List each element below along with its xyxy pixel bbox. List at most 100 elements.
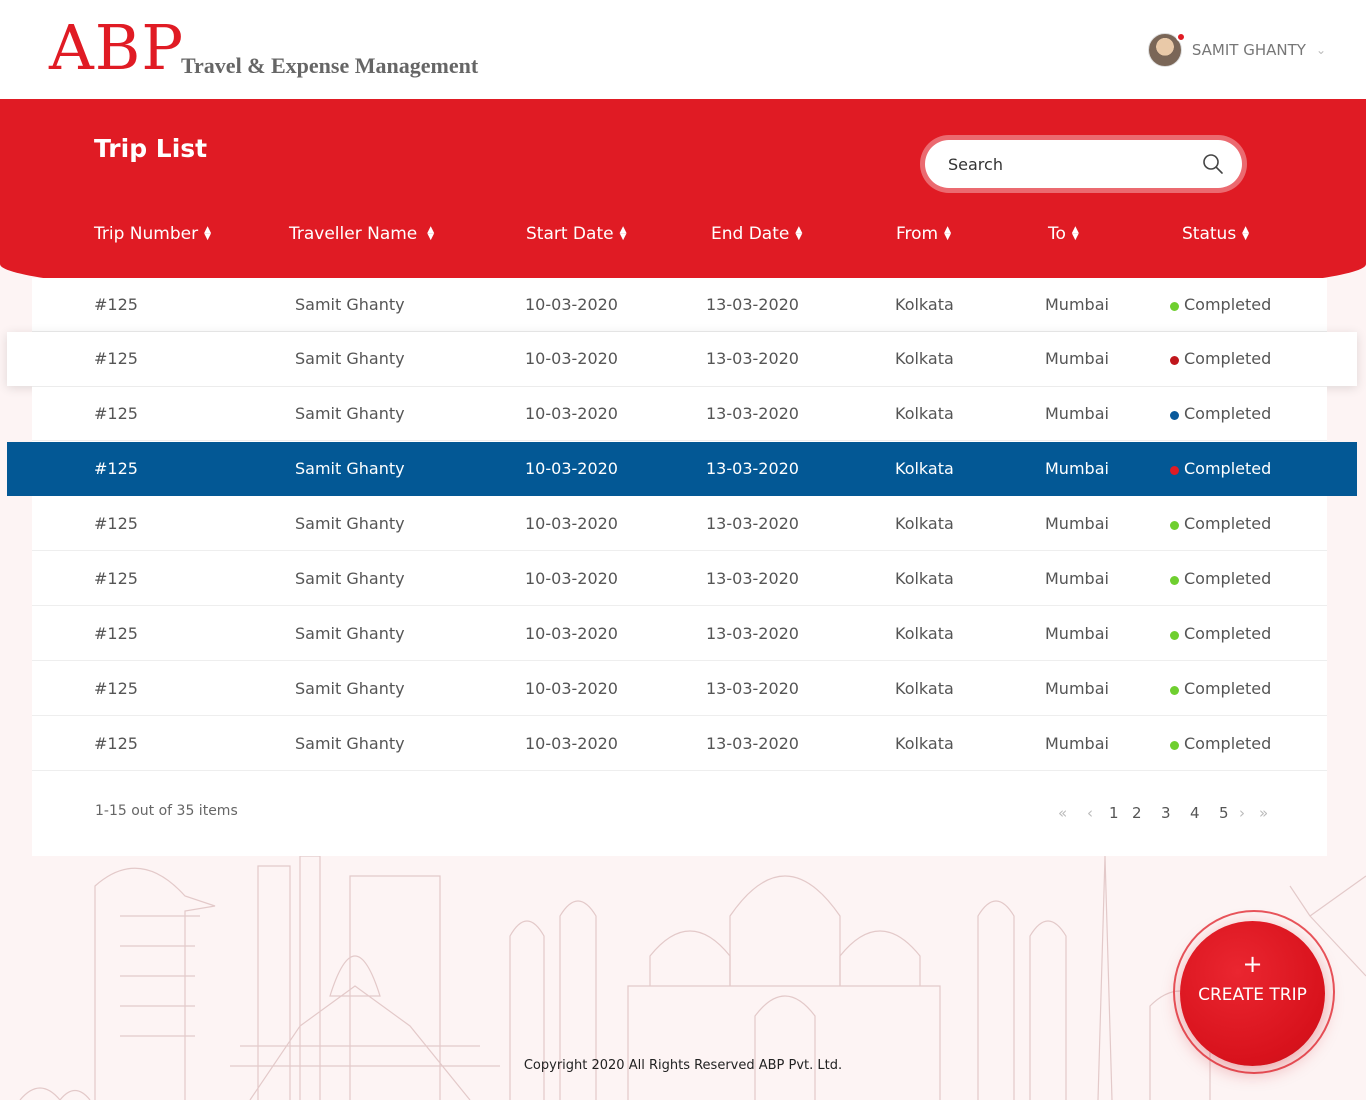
search-icon[interactable] bbox=[1201, 152, 1225, 176]
cell-status: Completed bbox=[1184, 624, 1272, 643]
cell-from: Kolkata bbox=[895, 459, 954, 478]
cell-start-date: 10-03-2020 bbox=[525, 679, 618, 698]
status-dot bbox=[1170, 631, 1179, 640]
cell-status: Completed bbox=[1184, 679, 1272, 698]
logo-subtitle: Travel & Expense Management bbox=[181, 53, 479, 78]
status-dot bbox=[1170, 356, 1179, 365]
table-row[interactable]: #125 Samit Ghanty 10-03-2020 13-03-2020 Kolk… bbox=[32, 717, 1327, 771]
sort-icon[interactable]: ▲ ▼ bbox=[1242, 226, 1249, 242]
cell-start-date: 10-03-2020 bbox=[525, 295, 618, 314]
cell-start-date: 10-03-2020 bbox=[525, 404, 618, 423]
column-header-traveller-name[interactable]: Traveller Name ▲ ▼ bbox=[289, 224, 434, 244]
table-row[interactable]: #125 Samit Ghanty 10-03-2020 13-03-2020 Kolk… bbox=[32, 387, 1327, 441]
column-header-label: End Date bbox=[711, 224, 790, 244]
avatar[interactable] bbox=[1147, 32, 1186, 67]
cell-traveller-name: Samit Ghanty bbox=[295, 295, 405, 314]
pagination: « ‹ 1 2 3 4 5 › » bbox=[1058, 804, 1278, 826]
cell-end-date: 13-03-2020 bbox=[706, 679, 799, 698]
column-header-trip-number[interactable]: Trip Number ▲ ▼ bbox=[94, 224, 211, 244]
cell-end-date: 13-03-2020 bbox=[706, 734, 799, 753]
notification-dot bbox=[1175, 32, 1186, 42]
cell-status: Completed bbox=[1184, 514, 1272, 533]
sort-icon[interactable]: ▲ ▼ bbox=[1072, 226, 1079, 242]
page-3-button[interactable]: 3 bbox=[1161, 804, 1171, 822]
sort-icon[interactable]: ▲ ▼ bbox=[795, 226, 802, 242]
table-row[interactable]: #125 Samit Ghanty 10-03-2020 13-03-2020 Kolk… bbox=[32, 607, 1327, 661]
column-header-from[interactable]: From ▲ ▼ bbox=[896, 224, 951, 244]
cell-to: Mumbai bbox=[1045, 624, 1109, 643]
cell-trip-number: #125 bbox=[94, 459, 138, 478]
cell-from: Kolkata bbox=[895, 569, 954, 588]
cell-status: Completed bbox=[1184, 734, 1272, 753]
search-input[interactable] bbox=[925, 140, 1242, 188]
cell-start-date: 10-03-2020 bbox=[525, 514, 618, 533]
column-header-end-date[interactable]: End Date ▲ ▼ bbox=[711, 224, 802, 244]
column-header-label: Traveller Name bbox=[289, 224, 418, 244]
cell-traveller-name: Samit Ghanty bbox=[295, 404, 405, 423]
cell-traveller-name: Samit Ghanty bbox=[295, 624, 405, 643]
table-row[interactable]: #125 Samit Ghanty 10-03-2020 13-03-2020 Kolk… bbox=[32, 552, 1327, 606]
table-row[interactable]: #125 Samit Ghanty 10-03-2020 13-03-2020 Kolk… bbox=[7, 442, 1357, 496]
cell-trip-number: #125 bbox=[94, 349, 138, 368]
column-header-status[interactable]: Status ▲ ▼ bbox=[1182, 224, 1249, 244]
cell-from: Kolkata bbox=[895, 349, 954, 368]
sort-icon[interactable]: ▲ ▼ bbox=[427, 226, 434, 242]
sort-icon[interactable]: ▲ ▼ bbox=[204, 226, 211, 242]
cell-start-date: 10-03-2020 bbox=[525, 734, 618, 753]
cell-start-date: 10-03-2020 bbox=[525, 459, 618, 478]
page-title: Trip List bbox=[94, 134, 208, 163]
cell-traveller-name: Samit Ghanty bbox=[295, 349, 405, 368]
column-header-label: Start Date bbox=[526, 224, 614, 244]
cell-to: Mumbai bbox=[1045, 295, 1109, 314]
footer-copyright: Copyright 2020 All Rights Reserved ABP P… bbox=[523, 1058, 843, 1073]
cell-traveller-name: Samit Ghanty bbox=[295, 734, 405, 753]
column-header-label: To bbox=[1048, 224, 1066, 244]
cell-to: Mumbai bbox=[1045, 349, 1109, 368]
cell-end-date: 13-03-2020 bbox=[706, 569, 799, 588]
cell-traveller-name: Samit Ghanty bbox=[295, 514, 405, 533]
page-1-button[interactable]: 1 bbox=[1109, 804, 1119, 822]
column-header-label: From bbox=[896, 224, 939, 244]
cell-start-date: 10-03-2020 bbox=[525, 624, 618, 643]
status-dot bbox=[1170, 302, 1179, 311]
cell-from: Kolkata bbox=[895, 514, 954, 533]
cell-to: Mumbai bbox=[1045, 679, 1109, 698]
cell-to: Mumbai bbox=[1045, 514, 1109, 533]
cell-end-date: 13-03-2020 bbox=[706, 404, 799, 423]
chevron-left-icon[interactable]: ‹ bbox=[1087, 804, 1093, 822]
status-dot bbox=[1170, 411, 1179, 420]
double-chevron-right-icon[interactable]: » bbox=[1259, 804, 1268, 822]
double-chevron-left-icon[interactable]: « bbox=[1058, 804, 1067, 822]
status-dot bbox=[1170, 466, 1179, 475]
cell-trip-number: #125 bbox=[94, 295, 138, 314]
cell-from: Kolkata bbox=[895, 734, 954, 753]
table-row[interactable]: #125 Samit Ghanty 10-03-2020 13-03-2020 Kolk… bbox=[32, 497, 1327, 551]
table-row[interactable]: #125 Samit Ghanty 10-03-2020 13-03-2020 Kolk… bbox=[32, 278, 1327, 332]
table-row[interactable]: #125 Samit Ghanty 10-03-2020 13-03-2020 Kolk… bbox=[7, 332, 1357, 386]
cell-end-date: 13-03-2020 bbox=[706, 514, 799, 533]
page-4-button[interactable]: 4 bbox=[1190, 804, 1200, 822]
cell-from: Kolkata bbox=[895, 295, 954, 314]
sort-icon[interactable]: ▲ ▼ bbox=[620, 226, 627, 242]
cell-start-date: 10-03-2020 bbox=[525, 569, 618, 588]
column-header-start-date[interactable]: Start Date ▲ ▼ bbox=[526, 224, 627, 244]
cell-end-date: 13-03-2020 bbox=[706, 459, 799, 478]
table-row[interactable]: #125 Samit Ghanty 10-03-2020 13-03-2020 Kolk… bbox=[32, 662, 1327, 716]
cell-traveller-name: Samit Ghanty bbox=[295, 459, 405, 478]
user-menu[interactable]: SAMIT GHANTY ⌄ bbox=[1147, 32, 1326, 68]
page-5-button[interactable]: 5 bbox=[1219, 804, 1229, 822]
cell-status: Completed bbox=[1184, 459, 1272, 478]
column-header-to[interactable]: To ▲ ▼ bbox=[1048, 224, 1079, 244]
page-2-button[interactable]: 2 bbox=[1132, 804, 1142, 822]
cell-traveller-name: Samit Ghanty bbox=[295, 569, 405, 588]
chevron-right-icon[interactable]: › bbox=[1239, 804, 1245, 822]
create-trip-button[interactable]: + CREATE TRIP bbox=[1180, 921, 1325, 1066]
cell-to: Mumbai bbox=[1045, 734, 1109, 753]
logo[interactable]: ABP bbox=[49, 12, 184, 84]
sort-icon[interactable]: ▲ ▼ bbox=[944, 226, 951, 242]
cell-end-date: 13-03-2020 bbox=[706, 349, 799, 368]
user-name[interactable]: SAMIT GHANTY bbox=[1192, 41, 1306, 59]
plus-icon: + bbox=[1242, 950, 1263, 978]
chevron-down-icon[interactable]: ⌄ bbox=[1316, 43, 1326, 57]
column-header-label: Status bbox=[1182, 224, 1237, 244]
